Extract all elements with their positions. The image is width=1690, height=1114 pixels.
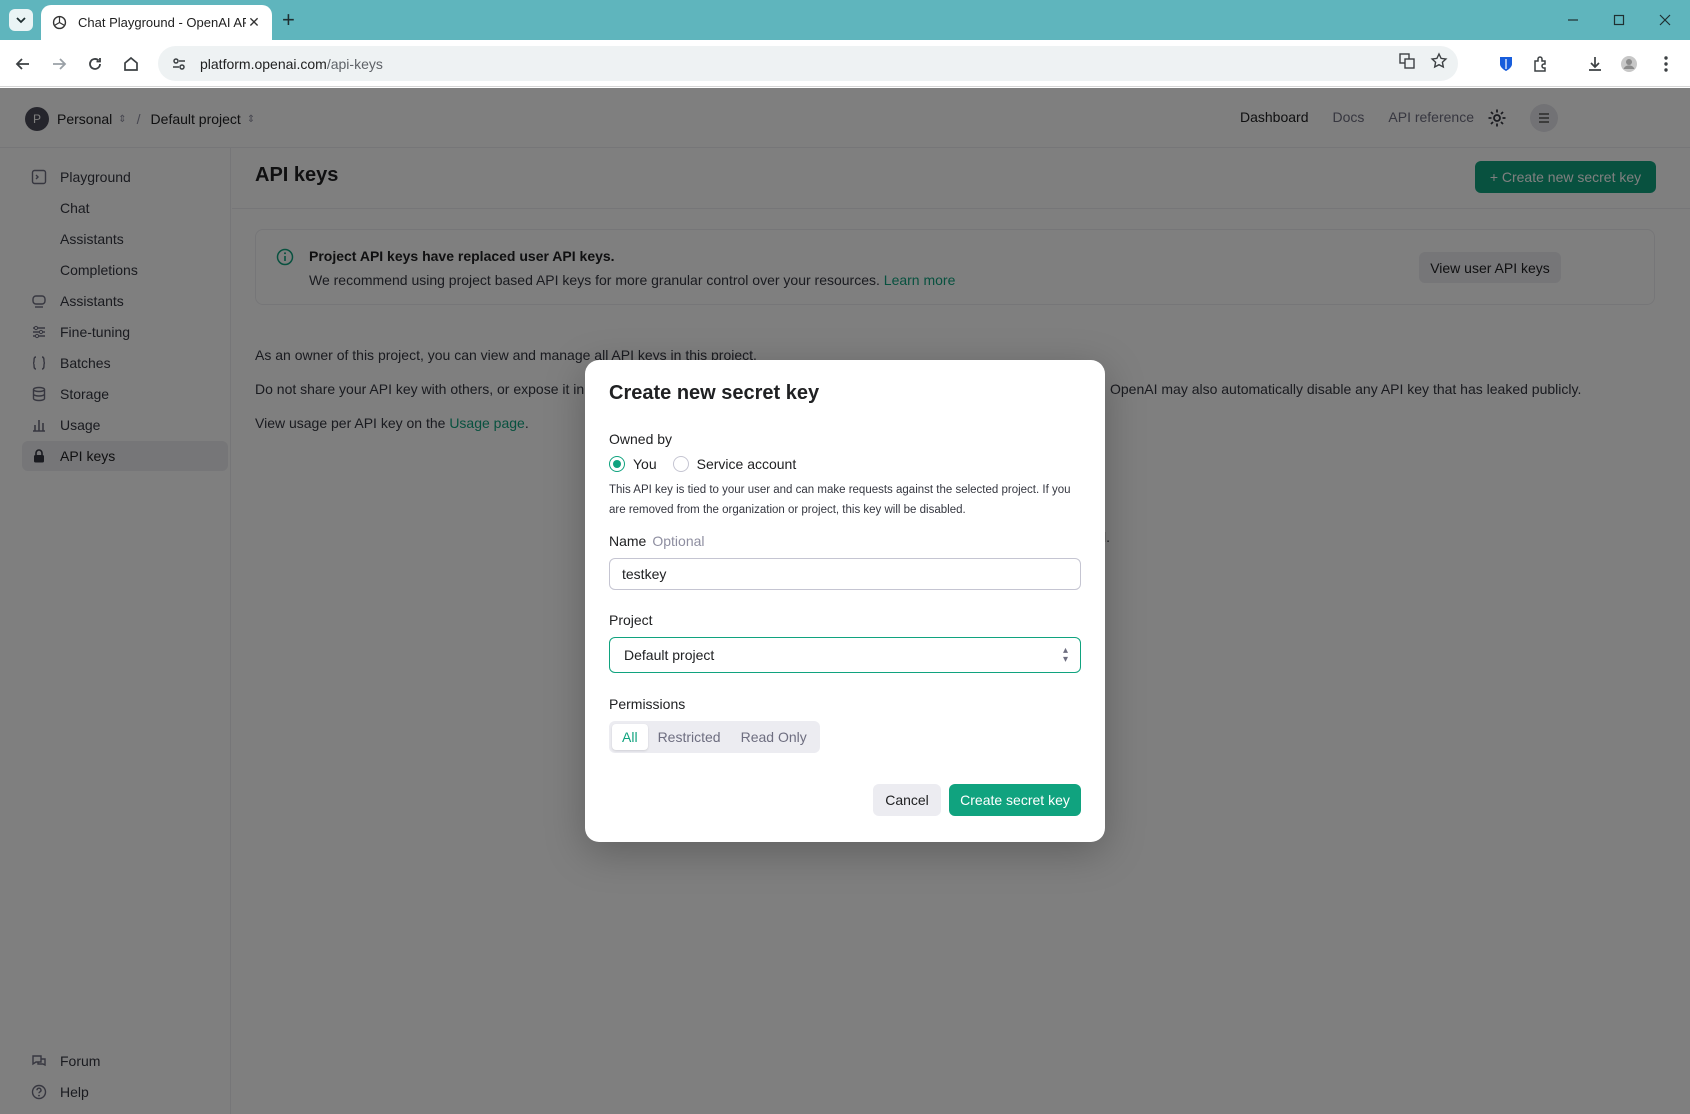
arrow-left-icon [15, 58, 29, 70]
tab-title: Chat Playground - OpenAI API [78, 15, 246, 30]
chevron-updown-icon: ▴ ▾ [1062, 645, 1068, 665]
owner-service-account-radio[interactable] [672, 456, 689, 472]
openai-logo-icon [52, 15, 67, 30]
browser-tab-active[interactable]: Chat Playground - OpenAI API ✕ [41, 5, 272, 40]
permissions-label: Permissions [609, 696, 686, 712]
close-window-button[interactable] [1642, 8, 1688, 32]
minimize-window-button[interactable] [1550, 8, 1596, 32]
bitwarden-extension-icon[interactable] [1494, 52, 1518, 76]
owned-by-label: Owned by [609, 431, 673, 447]
owner-you-radio[interactable] [609, 456, 625, 472]
home-icon [124, 56, 138, 71]
permission-restricted-option[interactable]: Restricted [648, 724, 731, 750]
project-select-value: Default project [624, 647, 715, 663]
back-button[interactable] [9, 50, 37, 78]
profile-avatar-icon[interactable] [1617, 52, 1641, 76]
key-name-input[interactable] [609, 558, 1081, 590]
extensions-puzzle-icon[interactable] [1529, 52, 1553, 76]
download-icon[interactable] [1583, 52, 1607, 76]
cancel-button[interactable]: Cancel [873, 784, 941, 816]
browser-menu-icon[interactable] [1654, 52, 1678, 76]
tab-search-button[interactable] [9, 9, 33, 31]
owner-you-label[interactable]: You [633, 456, 657, 472]
forward-button[interactable] [45, 50, 73, 78]
url-path: /api-keys [326, 55, 383, 72]
chevron-down-icon [16, 17, 26, 24]
translate-icon[interactable] [1398, 52, 1416, 75]
home-button[interactable] [117, 50, 145, 78]
reload-button[interactable] [81, 50, 109, 78]
browser-toolbar: platform.openai.com/api-keys [0, 40, 1690, 87]
close-icon [1659, 14, 1671, 26]
dialog-title: Create new secret key [609, 382, 820, 404]
name-label: Name Optional [609, 533, 705, 549]
minimize-icon [1568, 19, 1578, 21]
bookmark-star-icon[interactable] [1430, 52, 1448, 75]
create-secret-key-dialog: Create new secret key Owned by You Servi… [585, 360, 1105, 842]
owner-service-account-label[interactable]: Service account [697, 456, 797, 472]
url-host: platform.openai.com [200, 55, 327, 72]
create-secret-key-button[interactable]: Create secret key [949, 784, 1081, 816]
permissions-segmented-control: All Restricted Read Only [609, 721, 820, 753]
owner-radio-group: You Service account [609, 456, 812, 472]
owner-help-text: This API key is tied to your user and ca… [609, 484, 1071, 516]
project-label: Project [609, 612, 653, 628]
address-bar[interactable]: platform.openai.com/api-keys [158, 46, 1458, 81]
close-tab-icon[interactable]: ✕ [246, 14, 262, 31]
project-select[interactable]: Default project ▴ ▾ [609, 637, 1081, 673]
browser-tab-bar: Chat Playground - OpenAI API ✕ + [0, 0, 1690, 40]
name-label-text: Name [609, 533, 647, 549]
maximize-window-button[interactable] [1596, 8, 1642, 32]
name-optional-hint: Optional [652, 533, 705, 549]
new-tab-button[interactable]: + [282, 9, 295, 31]
permission-all-option[interactable]: All [612, 724, 648, 750]
permission-read-only-option[interactable]: Read Only [731, 724, 817, 750]
arrow-right-icon [53, 58, 67, 70]
site-info-icon[interactable] [168, 53, 190, 75]
reload-icon [89, 58, 101, 70]
maximize-icon [1613, 14, 1625, 26]
